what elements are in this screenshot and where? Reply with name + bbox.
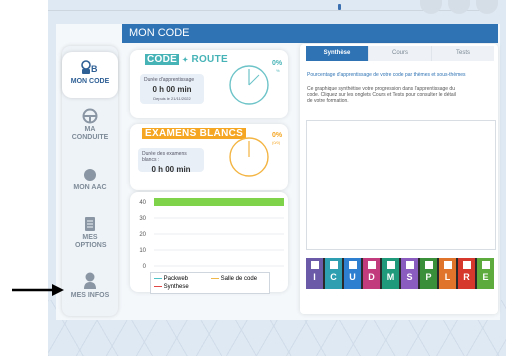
legend-synthese-label: Synthese bbox=[163, 284, 189, 290]
synthese-heading: Pourcentage d'apprentissage de votre cod… bbox=[307, 72, 466, 78]
theme-d[interactable]: D bbox=[363, 258, 380, 289]
theme-box-icon bbox=[386, 261, 395, 269]
sidebar-item-label: MA CONDUITE bbox=[71, 126, 109, 141]
chart-legend: Packweb Salle de code Synthese bbox=[150, 272, 270, 294]
sidebar-item-label: MES OPTIONS bbox=[75, 234, 107, 249]
theme-chart-area bbox=[306, 120, 496, 250]
y-tick-label: 30 bbox=[139, 216, 146, 222]
exam-percent-sub: (0/0) bbox=[272, 140, 281, 145]
theme-box-icon bbox=[367, 261, 376, 269]
legend-salle: Salle de code bbox=[211, 276, 257, 282]
code-title-left: CODE bbox=[145, 54, 180, 65]
duration-label: Durée d'apprentissage bbox=[144, 77, 195, 83]
tab-tests[interactable]: Tests bbox=[431, 46, 494, 61]
legend-packweb-label: Packweb bbox=[163, 276, 189, 282]
code-percent-sub: % bbox=[276, 68, 280, 73]
sidebar-item-mes-options[interactable]: MES OPTIONS bbox=[62, 216, 118, 256]
theme-box-icon bbox=[329, 261, 338, 269]
code-title-right: ROUTE bbox=[191, 54, 228, 65]
tab-cours[interactable]: Cours bbox=[368, 46, 431, 61]
sidebar-item-label: MON CODE bbox=[70, 78, 110, 85]
steering-wheel-icon bbox=[82, 108, 98, 124]
tab-bar: Synthèse Cours Tests bbox=[306, 46, 494, 61]
sidebar-item-label: MES INFOS bbox=[70, 292, 110, 299]
exam-percent: 0% bbox=[272, 132, 283, 139]
synthese-text: Ce graphique synthétise votre progressio… bbox=[307, 86, 456, 104]
user-icon bbox=[84, 272, 96, 289]
theme-letter: D bbox=[368, 272, 375, 282]
theme-bar: ICUDMSPLRE bbox=[306, 258, 494, 289]
code-route-title: CODE ✦ ROUTE bbox=[145, 54, 228, 65]
theme-letter: U bbox=[349, 272, 356, 282]
theme-p[interactable]: P bbox=[420, 258, 437, 289]
y-tick-label: 20 bbox=[139, 232, 146, 238]
theme-letter: M bbox=[386, 272, 395, 282]
tab-synthese[interactable]: Synthèse bbox=[306, 46, 368, 61]
theme-letter: I bbox=[313, 272, 316, 282]
theme-letter: C bbox=[330, 272, 337, 282]
theme-letter: P bbox=[425, 272, 432, 282]
steering-wheel-icon: B bbox=[81, 60, 98, 74]
exam-duration-label: Durée des examens blancs : bbox=[142, 151, 187, 163]
theme-letter: S bbox=[406, 272, 413, 282]
sidebar-item-ma-conduite[interactable]: MA CONDUITE bbox=[62, 108, 118, 150]
exam-duration-box: Durée des examens blancs : 0 h 00 min bbox=[138, 148, 204, 174]
window-title: MON CODE bbox=[122, 24, 498, 43]
legend-salle-label: Salle de code bbox=[220, 276, 258, 282]
theme-e[interactable]: E bbox=[477, 258, 494, 289]
theme-box-icon bbox=[462, 261, 471, 269]
code-progress-gauge bbox=[229, 65, 269, 105]
top-decoration bbox=[420, 0, 498, 14]
sidebar: B MON CODE MA CONDUITE MON AAC MES OPTIO… bbox=[62, 46, 118, 316]
code-title-sep: ✦ bbox=[182, 57, 189, 64]
theme-box-icon bbox=[424, 261, 433, 269]
sidebar-item-mes-infos[interactable]: MES INFOS bbox=[62, 272, 118, 306]
y-tick-label: 0 bbox=[143, 264, 147, 270]
sidebar-item-label: MON AAC bbox=[73, 184, 107, 191]
progress-chart: 40 30 20 10 0 bbox=[139, 198, 284, 270]
theme-m[interactable]: M bbox=[382, 258, 399, 289]
theme-l[interactable]: L bbox=[439, 258, 456, 289]
theme-r[interactable]: R bbox=[458, 258, 475, 289]
theme-box-icon bbox=[481, 261, 490, 269]
sidebar-item-mon-code[interactable]: B MON CODE bbox=[62, 52, 118, 98]
top-marker bbox=[338, 4, 341, 10]
theme-box-icon bbox=[310, 261, 319, 269]
theme-box-icon bbox=[405, 261, 414, 269]
y-tick-label: 40 bbox=[139, 200, 146, 206]
theme-box-icon bbox=[348, 261, 357, 269]
learning-duration-box: Durée d'apprentissage 0 h 00 min Depuis … bbox=[140, 74, 204, 104]
theme-i[interactable]: I bbox=[306, 258, 323, 289]
duration-value: 0 h 00 min bbox=[152, 85, 192, 94]
document-icon bbox=[85, 217, 95, 231]
theme-letter: E bbox=[482, 272, 489, 282]
y-tick-label: 10 bbox=[139, 248, 146, 254]
theme-s[interactable]: S bbox=[401, 258, 418, 289]
sidebar-item-mon-aac[interactable]: MON AAC bbox=[62, 168, 118, 200]
theme-u[interactable]: U bbox=[344, 258, 361, 289]
theme-letter: R bbox=[463, 272, 470, 282]
code-percent: 0% bbox=[272, 60, 283, 67]
circle-icon bbox=[84, 169, 96, 181]
chart-bar bbox=[154, 198, 284, 206]
svg-text:B: B bbox=[91, 64, 98, 74]
theme-letter: L bbox=[444, 272, 451, 282]
exam-progress-gauge bbox=[229, 137, 269, 177]
legend-packweb: Packweb bbox=[154, 276, 188, 282]
exam-duration-value: 0 h 00 min bbox=[151, 165, 191, 174]
theme-box-icon bbox=[443, 261, 452, 269]
theme-c[interactable]: C bbox=[325, 258, 342, 289]
duration-since: Depuis le 21/11/2022 bbox=[153, 96, 191, 101]
arrow-icon bbox=[12, 284, 64, 296]
legend-synthese: Synthese bbox=[154, 284, 189, 290]
